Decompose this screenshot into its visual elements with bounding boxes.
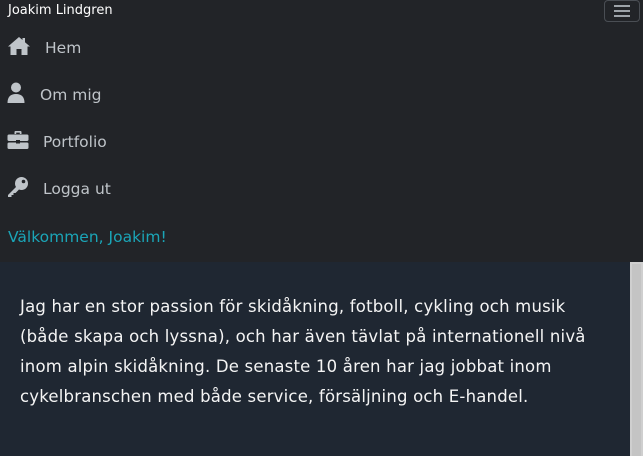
about-text: Jag har en stor passion för skidåkning, … [20,297,586,406]
nav-item-portfolio[interactable]: Portfolio [0,127,300,157]
user-icon [7,82,25,108]
nav-item-hem[interactable]: Hem [0,33,300,63]
main-content: Jag har en stor passion för skidåkning, … [0,262,643,456]
nav-item-label: Hem [45,39,82,57]
scrollbar-thumb[interactable] [632,264,641,456]
navbar-toggler-button[interactable] [604,0,640,22]
nav-item-logga-ut[interactable]: Logga ut [0,174,300,204]
briefcase-icon [7,130,29,154]
key-icon [7,176,29,202]
scrollbar[interactable] [630,262,643,456]
navbar-brand[interactable]: Joakim Lindgren [8,3,113,19]
nav-item-label: Logga ut [43,180,111,198]
nav-item-label: Om mig [40,86,102,104]
navbar: Joakim Lindgren Hem Om mig Portfolio Log… [0,0,643,262]
welcome-message: Välkommen, Joakim! [8,228,167,246]
nav-item-om-mig[interactable]: Om mig [0,80,300,110]
nav-item-label: Portfolio [43,133,107,151]
hamburger-menu-icon [614,5,630,17]
home-icon [7,36,31,60]
